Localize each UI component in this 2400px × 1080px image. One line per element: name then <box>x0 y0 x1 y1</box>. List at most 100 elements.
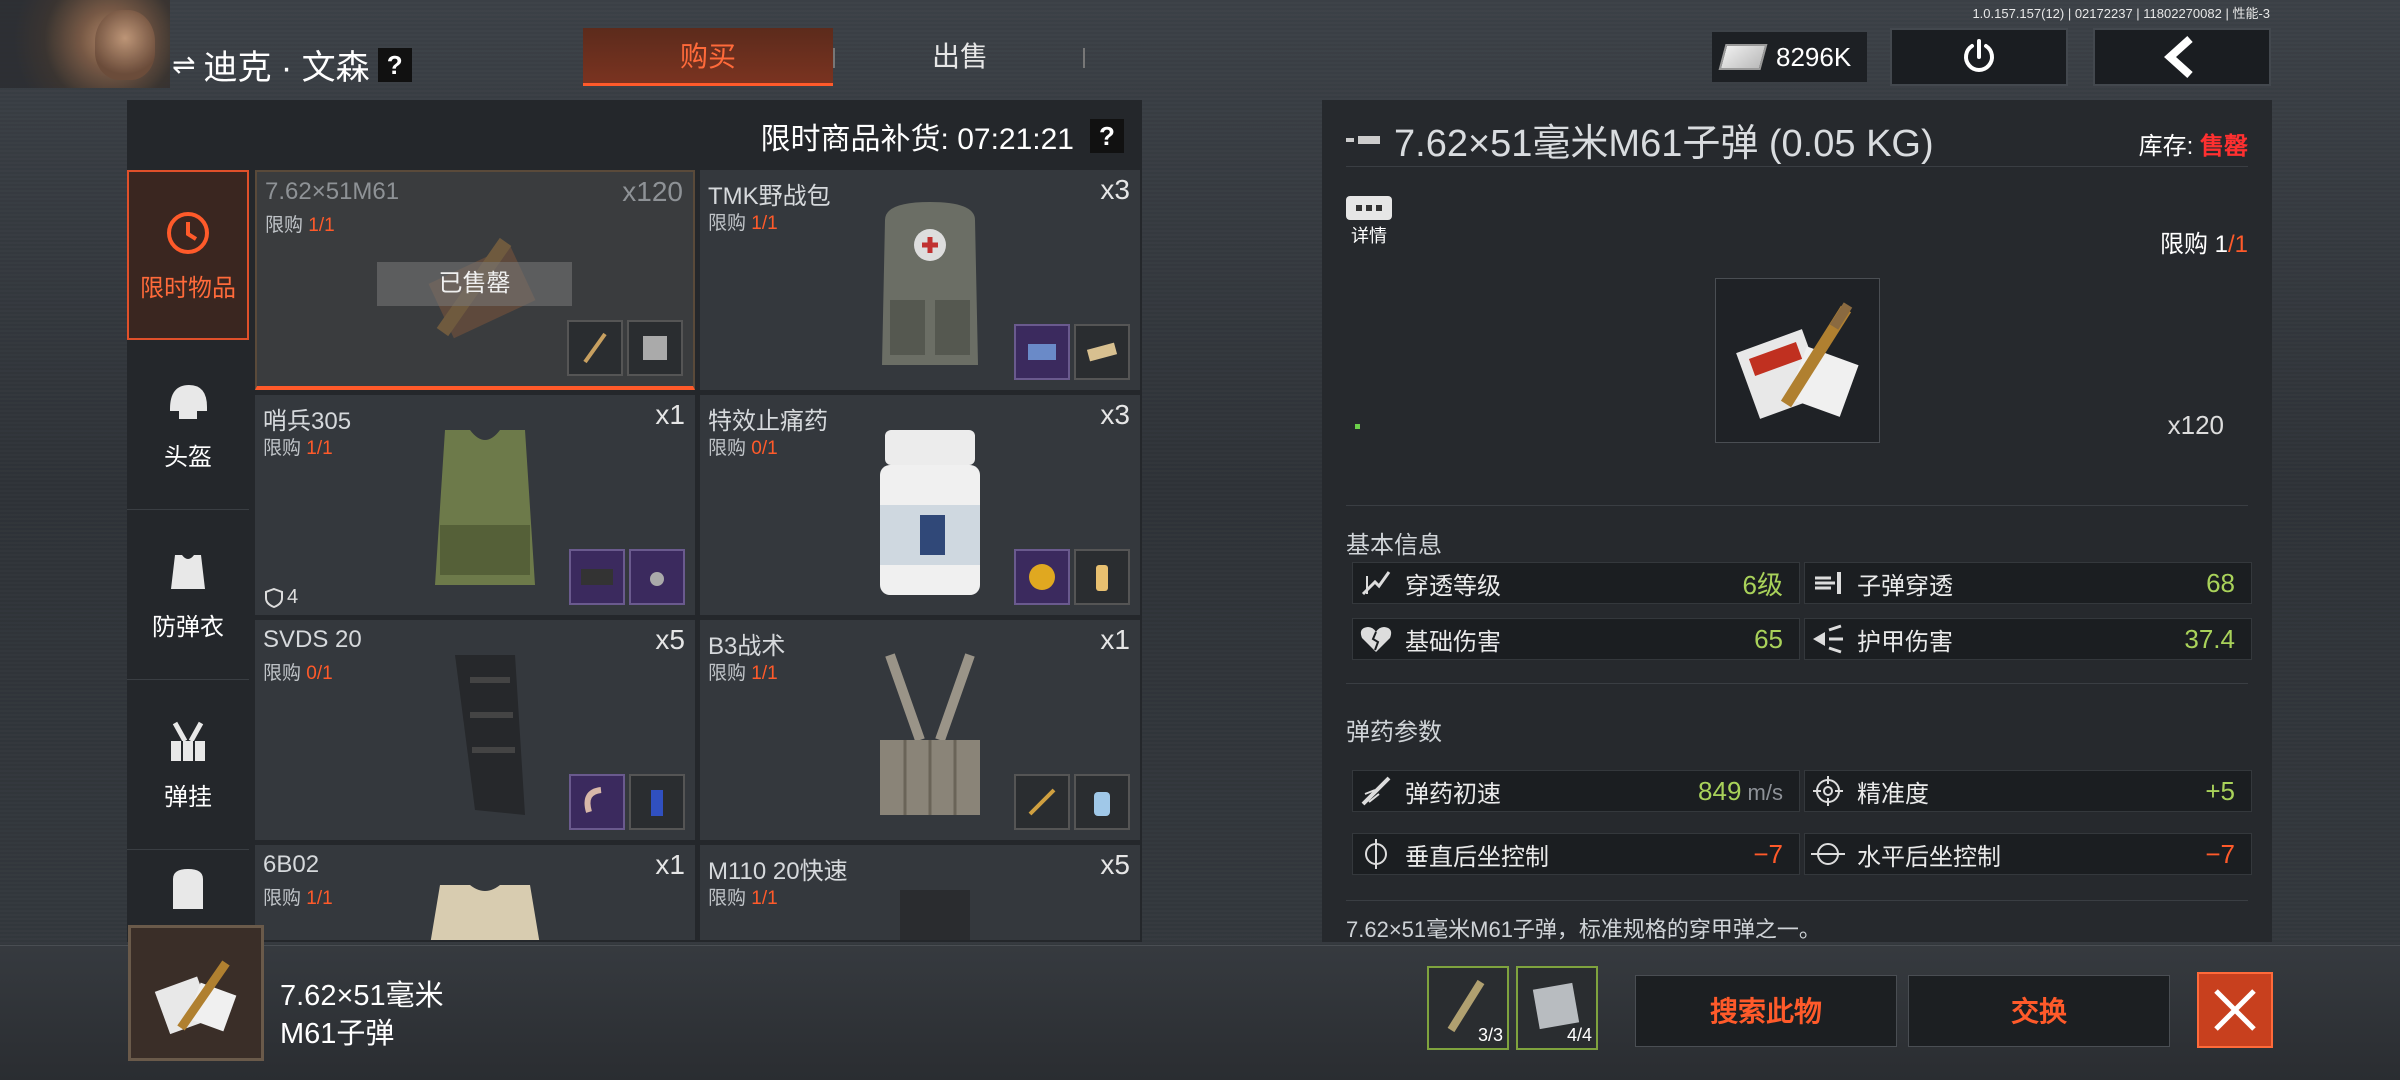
category-list: 限时物品 头盔 防弹衣 弹挂 <box>127 170 249 925</box>
item-limit: 限购 1/1 <box>265 215 335 236</box>
item-name: SVDS 20 <box>263 626 362 653</box>
tab-divider <box>1083 48 1085 68</box>
item-badges <box>569 774 685 830</box>
divider <box>1346 505 2248 506</box>
purchase-limit: 限购 1/1 <box>2159 231 2248 258</box>
back-button[interactable] <box>2093 28 2271 86</box>
item-card-m110[interactable]: M110 20快速 限购 1/1 x5 <box>700 845 1140 940</box>
cash-icon <box>1718 44 1768 70</box>
item-name: 6B02 <box>263 851 320 878</box>
bandage-badge-icon <box>1074 324 1130 380</box>
chest-rig-icon <box>163 717 213 767</box>
version-info: 1.0.157.157(12) | 02172237 | 11802270082… <box>1972 6 2270 21</box>
stat-accuracy: 精准度 +5 <box>1804 770 2252 812</box>
crosshair-icon <box>1805 770 1851 812</box>
character-avatar[interactable] <box>0 0 170 88</box>
pill-bottle-image <box>880 430 980 595</box>
slot-count: 3/3 <box>1477 1025 1503 1045</box>
switch-arrows-icon: ⇌ <box>172 49 196 80</box>
selected-item-name: 7.62×51毫米 M61子弹 <box>280 980 444 1050</box>
item-card-m61[interactable]: 7.62×51M61 限购 1/1 x120 已售罄 <box>255 170 695 390</box>
restock-help-icon[interactable]: ? <box>1090 119 1124 153</box>
item-badges <box>1014 324 1130 380</box>
screwdriver-badge-icon <box>1014 774 1070 830</box>
restock-label: 限时商品补货: 07:21:21 <box>760 123 1074 156</box>
details-icon <box>1346 196 1392 220</box>
search-item-button[interactable]: 搜索此物 <box>1635 975 1897 1047</box>
item-limit: 限购 1/1 <box>263 438 333 459</box>
item-qty: x3 <box>1100 399 1130 430</box>
exchange-slot-2[interactable]: 4/4 <box>1516 966 1598 1050</box>
bullet-icon <box>1346 135 1380 144</box>
power-button[interactable] <box>1890 28 2068 86</box>
item-name: M110 20快速 <box>708 858 848 885</box>
gold-coin-badge-icon <box>1014 549 1070 605</box>
vest-image <box>435 430 535 585</box>
backpack-image <box>882 202 978 365</box>
restock-timer: 限时商品补货: 07:21:21 ? <box>761 114 1124 158</box>
category-label: 防弹衣 <box>152 614 224 641</box>
velocity-icon <box>1353 770 1399 812</box>
chest-rig-image <box>880 653 980 815</box>
divider <box>1346 166 2248 167</box>
headset-badge-icon <box>569 774 625 830</box>
money-display: 8296K <box>1712 32 1867 82</box>
bullet-badge-icon <box>567 320 623 376</box>
item-badges <box>569 549 685 605</box>
vest-image <box>430 885 540 940</box>
item-card-6b02[interactable]: 6B02 限购 1/1 x1 <box>255 845 695 940</box>
circuit-board-badge-icon <box>1014 324 1070 380</box>
tag-badge-icon <box>629 549 685 605</box>
category-more[interactable] <box>127 850 249 925</box>
close-icon <box>2214 989 2256 1031</box>
vest-icon <box>163 547 213 597</box>
stat-bullet-penetration: 子弹穿透 68 <box>1804 562 2252 604</box>
character-switch[interactable]: ⇌ 迪克 · 文森 ? <box>172 40 412 89</box>
armor-class: 4 <box>265 586 298 609</box>
item-card-sentinel[interactable]: 哨兵305 限购 1/1 x1 4 <box>255 395 695 615</box>
item-card-tmk[interactable]: TMK野战包 限购 1/1 x3 <box>700 170 1140 390</box>
item-limit: 限购 1/1 <box>708 213 778 234</box>
category-helmet[interactable]: 头盔 <box>127 340 249 510</box>
spray-can-badge-icon <box>629 774 685 830</box>
item-badges <box>567 320 683 376</box>
category-label: 限时物品 <box>140 274 236 302</box>
category-vest[interactable]: 防弹衣 <box>127 510 249 680</box>
tab-buy[interactable]: 购买 <box>583 28 833 86</box>
item-preview <box>1715 278 1880 443</box>
item-description: 7.62×51毫米M61子弹，标准规格的穿甲弹之一。 <box>1346 917 1821 942</box>
horizontal-recoil-icon <box>1805 833 1851 875</box>
item-limit: 限购 0/1 <box>708 438 778 459</box>
magazine-image <box>900 890 970 940</box>
category-limited[interactable]: 限时物品 <box>127 170 249 340</box>
stat-muzzle-velocity: 弹药初速 849 m/s <box>1352 770 1800 812</box>
close-button[interactable] <box>2197 972 2273 1048</box>
exchange-slot-1[interactable]: 3/3 <box>1427 966 1509 1050</box>
helmet-icon <box>163 377 213 427</box>
item-badges <box>1014 774 1130 830</box>
ammo-case-badge-icon <box>569 549 625 605</box>
stock-status: 库存: 售罄 <box>2138 133 2248 160</box>
item-name: 7.62×51M61 <box>265 178 400 205</box>
item-card-b3[interactable]: B3战术 限购 1/1 x1 <box>700 620 1140 840</box>
item-qty: x5 <box>1100 849 1130 880</box>
item-card-svds[interactable]: SVDS 20 限购 0/1 x5 <box>255 620 695 840</box>
stat-base-damage: 基础伤害 65 <box>1352 618 1800 660</box>
item-qty: x3 <box>1100 174 1130 205</box>
divider <box>1346 683 2248 684</box>
ammo-params-title: 弹药参数 <box>1346 719 1442 746</box>
item-qty: x5 <box>655 624 685 655</box>
stat-horizontal-recoil: 水平后坐控制 −7 <box>1804 833 2252 875</box>
stat-vertical-recoil: 垂直后坐控制 −7 <box>1352 833 1800 875</box>
status-dot <box>1355 424 1360 429</box>
stat-armor-damage: 护甲伤害 37.4 <box>1804 618 2252 660</box>
character-name: 迪克 · 文森 <box>203 49 370 87</box>
divider <box>1346 900 2248 901</box>
tab-sell[interactable]: 出售 <box>835 28 1085 86</box>
exchange-button[interactable]: 交换 <box>1908 975 2170 1047</box>
item-card-painkiller[interactable]: 特效止痛药 限购 0/1 x3 <box>700 395 1140 615</box>
details-button[interactable]: 详情 <box>1346 196 1392 248</box>
category-chest-rig[interactable]: 弹挂 <box>127 680 249 850</box>
character-help-icon[interactable]: ? <box>377 47 412 82</box>
slot-count: 4/4 <box>1566 1025 1592 1045</box>
